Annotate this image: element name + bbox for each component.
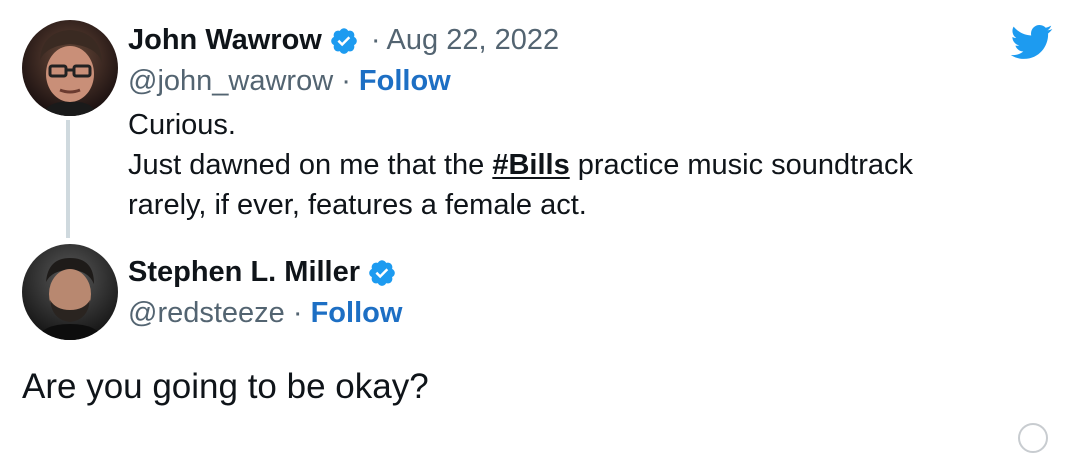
tweet1-text: Curious. Just dawned on me that the #Bil… [128, 105, 913, 225]
tweet1-text-line3: rarely, if ever, features a female act. [128, 189, 587, 221]
tweet2-handle-row: @redsteeze · Follow [128, 297, 402, 330]
tweet2-text: Are you going to be okay? [22, 367, 429, 406]
handle-separator: · [284, 297, 311, 329]
info-circle-icon [1018, 423, 1048, 453]
tweet1-handle[interactable]: @john_wawrow [128, 65, 333, 97]
tweet2-handle[interactable]: @redsteeze [128, 297, 285, 329]
verified-badge-icon [331, 27, 357, 54]
handle-separator: · [333, 65, 359, 97]
tweet1-text-line1: Curious. [128, 109, 236, 141]
tweet1-display-name[interactable]: John Wawrow [128, 24, 322, 57]
tweet1-text-line2-before: Just dawned on me that the [128, 149, 493, 181]
avatar-stephen-miller[interactable] [22, 244, 118, 340]
hashtag-link[interactable]: #Bills [492, 149, 569, 181]
tweet1-header: John Wawrow · Aug 22, 2022 [128, 24, 559, 57]
tweet1-handle-row: @john_wawrow · Follow [128, 65, 451, 98]
tweet1-date[interactable]: Aug 22, 2022 [387, 24, 560, 57]
tweet1-follow-button[interactable]: Follow [359, 65, 451, 97]
tweet1-text-line2: Just dawned on me that the #Bills practi… [128, 145, 913, 185]
avatar-john-wawrow[interactable] [22, 20, 118, 116]
thread-connector-line [66, 120, 70, 238]
tweet2-display-name[interactable]: Stephen L. Miller [128, 256, 360, 289]
tweet1-text-line2-after: practice music soundtrack [569, 149, 914, 181]
tweet2-follow-button[interactable]: Follow [311, 297, 403, 329]
tweet2-header: Stephen L. Miller [128, 256, 397, 289]
verified-badge-icon [369, 259, 395, 286]
twitter-bird-icon[interactable] [1006, 20, 1056, 64]
header-separator: · [370, 24, 381, 56]
